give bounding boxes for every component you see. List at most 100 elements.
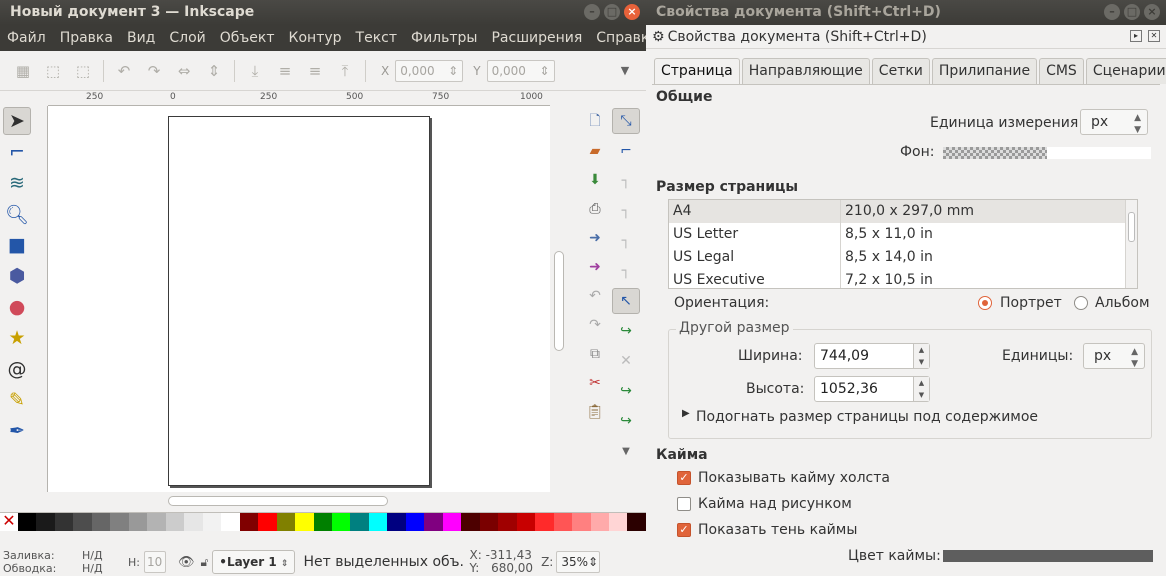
menu-file[interactable]: Файл [0, 30, 53, 46]
dock-close-icon[interactable]: ✕ [1148, 30, 1160, 42]
expander-arrow-icon[interactable]: ▶ [682, 408, 690, 419]
units-select[interactable]: px ▲ ▼ [1083, 343, 1145, 369]
color-swatch[interactable] [313, 513, 332, 531]
landscape-radio[interactable] [1074, 296, 1088, 310]
color-swatch[interactable] [442, 513, 462, 531]
undo-icon[interactable]: ↶ [584, 285, 606, 307]
color-swatch[interactable] [350, 513, 369, 531]
snap-bbox-midpoints-icon[interactable]: ┐ [612, 228, 640, 254]
color-swatch[interactable] [572, 513, 591, 531]
save-icon[interactable]: ⬇ [584, 169, 606, 191]
open-icon[interactable]: ▰ [584, 140, 606, 162]
menu-object[interactable]: Объект [213, 30, 282, 46]
cut-icon[interactable]: ✂ [584, 372, 606, 394]
color-swatch[interactable] [516, 513, 536, 531]
snap-paths-icon[interactable]: ↪ [612, 318, 640, 344]
horizontal-scrollbar[interactable] [48, 493, 570, 509]
3d-box-tool-icon[interactable]: ⬢ [3, 262, 31, 290]
star-tool-icon[interactable]: ★ [3, 324, 31, 352]
color-swatch[interactable] [54, 513, 74, 531]
pen-tool-icon[interactable]: ✒ [3, 417, 31, 445]
tab-snap[interactable]: Прилипание [931, 58, 1038, 84]
export-icon[interactable]: ➜ [584, 256, 606, 278]
ellipse-tool-icon[interactable]: ● [3, 293, 31, 321]
color-swatch[interactable] [276, 513, 296, 531]
close-button[interactable]: × [624, 4, 640, 20]
enable-snapping-icon[interactable]: ⤡ [612, 108, 640, 134]
dock-iconify-icon[interactable]: ▸ [1130, 30, 1142, 42]
color-swatch[interactable] [498, 513, 517, 531]
color-swatch[interactable] [553, 513, 573, 531]
props-close-button[interactable]: × [1144, 4, 1160, 20]
fit-page-expander[interactable]: Подогнать размер страницы под содержимое [696, 409, 1038, 425]
paste-icon[interactable]: 📋︎ [584, 401, 606, 423]
color-swatch[interactable] [18, 513, 37, 531]
unit-select[interactable]: px ▲ ▼ [1080, 109, 1148, 135]
copy-icon[interactable]: ⧉ [584, 343, 606, 365]
list-item[interactable]: US Letter 8,5 x 11,0 in [669, 223, 1137, 246]
portrait-radio[interactable] [978, 296, 992, 310]
zoom-tool-icon[interactable]: 🔍︎ [3, 200, 31, 228]
toolbar-overflow-icon[interactable]: ▼ [614, 60, 636, 82]
border-on-top-checkbox[interactable] [677, 497, 691, 511]
vertical-scrollbar[interactable] [550, 96, 570, 508]
color-swatch[interactable] [424, 513, 443, 531]
new-document-icon[interactable]: 🗋 [584, 111, 606, 133]
select-all-icon[interactable]: ▦ [12, 60, 34, 82]
show-canvas-border-checkbox[interactable]: ✓ [677, 471, 691, 485]
color-swatch[interactable] [535, 513, 554, 531]
color-swatch[interactable] [73, 513, 92, 531]
menu-help[interactable]: Справка [589, 30, 646, 46]
tab-guides[interactable]: Направляющие [741, 58, 870, 84]
redo-icon[interactable]: ↷ [584, 314, 606, 336]
flip-horizontal-icon[interactable]: ⇔ [173, 60, 195, 82]
color-swatch[interactable] [239, 513, 259, 531]
show-border-shadow-checkbox[interactable]: ✓ [677, 523, 691, 537]
color-swatch[interactable] [331, 513, 351, 531]
layer-selector[interactable]: •Layer 1 ⇕ [212, 550, 296, 574]
color-swatch[interactable] [627, 513, 646, 531]
menu-view[interactable]: Вид [120, 30, 162, 46]
zoom-input[interactable]: 35% ⇕ [556, 551, 601, 573]
print-icon[interactable]: ⎙ [584, 198, 606, 220]
tab-grids[interactable]: Сетки [871, 58, 930, 84]
color-swatch[interactable] [405, 513, 425, 531]
menu-filters[interactable]: Фильтры [404, 30, 484, 46]
flip-vertical-icon[interactable]: ⇕ [203, 60, 225, 82]
spiral-tool-icon[interactable]: @ [3, 355, 31, 383]
background-color-swatch-opaque[interactable] [1047, 147, 1151, 159]
color-swatch[interactable] [479, 513, 499, 531]
minimize-button[interactable]: – [584, 4, 600, 20]
snap-cusp-nodes-icon[interactable]: ↪ [612, 378, 640, 404]
color-swatch[interactable] [368, 513, 388, 531]
snap-nodes-icon[interactable]: ↖ [612, 288, 640, 314]
color-swatch[interactable] [110, 513, 129, 531]
y-input[interactable]: 0,000 ⇕ [486, 59, 555, 82]
menu-layer[interactable]: Слой [162, 30, 212, 46]
layer-lock-icon[interactable]: 🔓︎ [201, 555, 209, 570]
color-swatch[interactable] [184, 513, 203, 531]
color-swatch[interactable] [36, 513, 55, 531]
color-swatch[interactable] [147, 513, 166, 531]
drawing-canvas[interactable] [48, 106, 550, 492]
page-size-list[interactable]: A4 210,0 x 297,0 mm US Letter 8,5 x 11,0… [668, 199, 1138, 289]
color-swatch[interactable] [258, 513, 277, 531]
menu-path[interactable]: Контур [282, 30, 349, 46]
color-swatch[interactable] [590, 513, 609, 531]
menu-extensions[interactable]: Расширения [484, 30, 589, 46]
list-item[interactable]: US Executive 7,2 x 10,5 in [669, 269, 1137, 288]
rectangle-tool-icon[interactable]: ■ [3, 231, 31, 259]
maximize-button[interactable]: □ [604, 4, 620, 20]
rotate-cw-icon[interactable]: ↷ [143, 60, 165, 82]
lower-icon[interactable]: ≡ [274, 60, 296, 82]
tab-cms[interactable]: CMS [1039, 58, 1084, 84]
node-tool-icon[interactable]: ⌐ [3, 138, 31, 166]
tweak-tool-icon[interactable]: ≋ [3, 169, 31, 197]
selector-tool-icon[interactable]: ➤ [3, 107, 31, 135]
snap-bar-overflow-icon[interactable]: ▼ [612, 438, 640, 464]
border-color-swatch[interactable] [943, 550, 1153, 562]
import-icon[interactable]: ➜ [584, 227, 606, 249]
select-all-layers-icon[interactable]: ⬚ [42, 60, 64, 82]
background-color-swatch[interactable] [943, 147, 1047, 159]
color-swatch[interactable] [202, 513, 222, 531]
